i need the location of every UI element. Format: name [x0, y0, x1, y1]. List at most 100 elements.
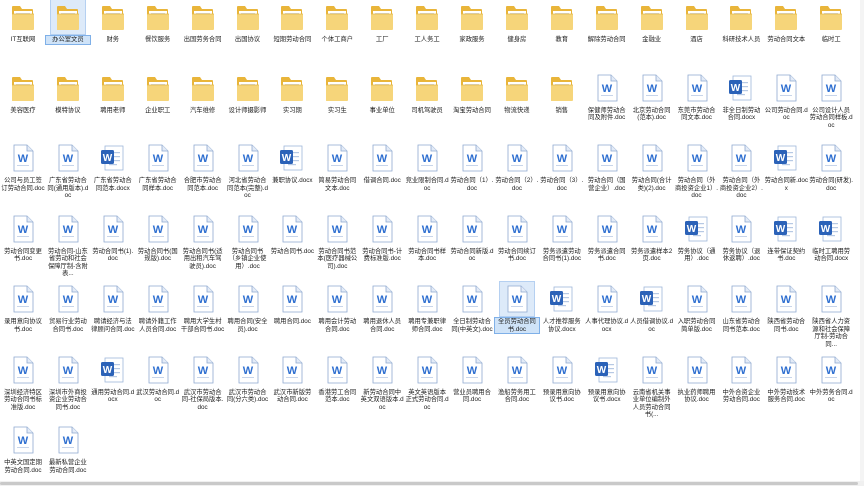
file-item[interactable]: W 聘用合同(安全员).doc: [226, 282, 270, 333]
folder-item[interactable]: 模特协议: [46, 71, 90, 115]
file-item[interactable]: W 武汉市劳动合同(分六类).doc: [226, 353, 270, 404]
file-item[interactable]: W 贸易行业劳动合同书.doc: [46, 282, 90, 333]
file-item[interactable]: W 保健师劳动合同及附件.doc: [585, 71, 629, 122]
file-item[interactable]: W 云南省机关事业单位编制外人员劳动合同书(...: [630, 353, 674, 419]
file-item[interactable]: W 临时工聘用劳动合同.docx: [809, 212, 853, 263]
file-item[interactable]: W 山东省劳动合同书范本.doc: [719, 282, 763, 333]
scrollbar-thumb[interactable]: [0, 482, 858, 485]
file-item[interactable]: W 聘用会计劳动合同.doc: [315, 282, 359, 333]
file-item[interactable]: W 英文英语版本正式劳动合同.doc: [405, 353, 449, 412]
file-item[interactable]: W 劳动合同（国营企业）.doc: [585, 141, 629, 192]
folder-item[interactable]: 临时工: [809, 0, 853, 44]
folder-item[interactable]: 酒店: [675, 0, 719, 44]
file-item[interactable]: W 聘请经济与法律顾问合同.doc: [91, 282, 135, 333]
file-item[interactable]: W 预录用意向协议书.docx: [585, 353, 629, 404]
folder-item[interactable]: 科研技术人员: [719, 0, 763, 44]
file-item[interactable]: W 人员借调协议.doc: [630, 282, 674, 333]
file-item[interactable]: W 劳动合同书-计费标准版.doc: [360, 212, 404, 263]
file-item[interactable]: W 预录用意向协议书.doc: [540, 353, 584, 404]
file-item[interactable]: W 东莞市劳动合同文本.doc: [675, 71, 719, 122]
file-item[interactable]: W 最新私营企业劳动合同.doc: [46, 423, 90, 474]
file-item[interactable]: W 劳务协议（退休返聘）.doc: [719, 212, 763, 263]
file-item[interactable]: W 全员劳动合同书.doc: [493, 281, 540, 335]
folder-item[interactable]: 个体工商户: [315, 0, 359, 44]
file-item[interactable]: W 兼职协议.docx: [270, 141, 314, 185]
file-item[interactable]: W 劳动合同书范本(医疗器械公司).doc: [315, 212, 359, 271]
folder-item[interactable]: 销售: [540, 71, 584, 115]
folder-item[interactable]: 实习期: [270, 71, 314, 115]
file-item[interactable]: W 聘用专兼职律师合同.doc: [405, 282, 449, 333]
file-item[interactable]: W 竞业限制合同.doc: [405, 141, 449, 192]
folder-item[interactable]: 事业单位: [360, 71, 404, 115]
folder-item[interactable]: 企业职工: [136, 71, 180, 115]
folder-item[interactable]: 设计师摄影师: [226, 71, 270, 115]
file-item[interactable]: W 劳动合同（3）.doc: [540, 141, 584, 192]
file-item[interactable]: W 劳务派遣样本2页.doc: [630, 212, 674, 263]
folder-item[interactable]: 出国协议: [226, 0, 270, 44]
file-item[interactable]: W 劳务派遣劳动合同书(1).doc: [540, 212, 584, 263]
file-item[interactable]: W 香港劳工合同范本.doc: [315, 353, 359, 404]
file-item[interactable]: W 陕西省人力资源和社会保障厅制-劳动合同...: [809, 282, 853, 348]
folder-item[interactable]: 工厂: [360, 0, 404, 44]
file-item[interactable]: W 中外合资企业劳动合同.doc: [719, 353, 763, 404]
file-item[interactable]: W 聘用合同.doc: [270, 282, 314, 326]
file-item[interactable]: W 公司与员工签订劳动合同.doc: [1, 141, 45, 192]
folder-item[interactable]: 解除劳动合同: [585, 0, 629, 44]
file-item[interactable]: W 深圳经济特区劳动合同书标准版.doc: [1, 353, 45, 412]
file-item[interactable]: W 武汉市劳动合同-社保局版本.doc: [181, 353, 225, 412]
file-item[interactable]: W 简易劳动合同文本.doc: [315, 141, 359, 192]
file-item[interactable]: W 劳动合同（2）.doc: [495, 141, 539, 192]
folder-item[interactable]: 美容医疗: [1, 71, 45, 115]
file-item[interactable]: W 连带保证契约书.doc: [764, 212, 808, 263]
vertical-scrollbar[interactable]: [860, 0, 864, 481]
horizontal-scrollbar[interactable]: [0, 481, 864, 486]
folder-item[interactable]: 金融业: [630, 0, 674, 44]
file-item[interactable]: W 劳动合同续订书.doc: [495, 212, 539, 263]
file-item[interactable]: W 营业员聘用合同.doc: [450, 353, 494, 404]
file-item[interactable]: W 劳动合同(合计类)(2).doc: [630, 141, 674, 192]
file-item[interactable]: W 劳动合同变更书.doc: [1, 212, 45, 263]
file-item[interactable]: W 人事代理协议.docx: [585, 282, 629, 333]
file-item[interactable]: W 广东省劳动合同样本.doc: [136, 141, 180, 192]
file-item[interactable]: W 劳动合同书(适用出租汽车驾驶员).doc: [181, 212, 225, 271]
file-item[interactable]: W 劳动合同（外商投资企业2）.doc: [719, 141, 763, 200]
file-item[interactable]: W 聘用大学生村干部合同书.doc: [181, 282, 225, 333]
folder-item[interactable]: 办公室文员: [44, 0, 91, 45]
file-item[interactable]: W 公司设计人员劳动合同样板.doc: [809, 71, 853, 130]
folder-item[interactable]: 实习生: [315, 71, 359, 115]
file-item[interactable]: W 渔船劳务用工合同.doc: [495, 353, 539, 404]
folder-item[interactable]: 聘用老师: [91, 71, 135, 115]
folder-item[interactable]: 工人务工: [405, 0, 449, 44]
file-item[interactable]: W 新劳动合同中英文双语版本.doc: [360, 353, 404, 412]
file-item[interactable]: W 全日制劳动合同(中英文).doc: [450, 282, 494, 333]
file-item[interactable]: W 武汉市新版劳动合同.doc: [270, 353, 314, 404]
folder-item[interactable]: 淘宝劳动合同: [450, 71, 494, 115]
folder-item[interactable]: 出国劳务合同: [181, 0, 225, 44]
file-item[interactable]: W 借调合同.doc: [360, 141, 404, 185]
folder-item[interactable]: 健身房: [495, 0, 539, 44]
file-item[interactable]: W 人才推荐服务协议.docx: [540, 282, 584, 333]
file-item[interactable]: W 录用意向协议书.doc: [1, 282, 45, 333]
folder-item[interactable]: IT互联网: [1, 0, 45, 44]
file-item[interactable]: W 劳动合同-山东省劳动和社会保障厅制-含附表...: [46, 212, 90, 278]
folder-item[interactable]: 财务: [91, 0, 135, 44]
folder-item[interactable]: 劳动合同文本: [764, 0, 808, 44]
file-item[interactable]: W 劳务派遣合同书.doc: [585, 212, 629, 263]
file-item[interactable]: W 劳动合同（外商投资企业1）.doc: [675, 141, 719, 200]
folder-item[interactable]: 物流快递: [495, 71, 539, 115]
folder-item[interactable]: 家政服务: [450, 0, 494, 44]
file-item[interactable]: W 劳动合同书(1).doc: [91, 212, 135, 263]
file-item[interactable]: W 武汉劳动合同.doc: [136, 353, 180, 404]
file-item[interactable]: W 中外劳动技术服务合同.doc: [764, 353, 808, 404]
file-item[interactable]: W 执业药师聘用协议.doc: [675, 353, 719, 404]
file-item[interactable]: W 劳动合同书.doc: [270, 212, 314, 256]
folder-item[interactable]: 司机驾驶员: [405, 71, 449, 115]
folder-item[interactable]: 教育: [540, 0, 584, 44]
file-item[interactable]: W 劳动合同书(国规版).doc: [136, 212, 180, 263]
file-item[interactable]: W 聘请外籍工作人员合同.doc: [136, 282, 180, 333]
folder-item[interactable]: 短期劳动合同: [270, 0, 314, 44]
file-item[interactable]: W 劳动合同新.docx: [764, 141, 808, 192]
file-item[interactable]: W 非全日制劳动合同.docx: [719, 71, 763, 122]
file-item[interactable]: W 中外劳务合同.doc: [809, 353, 853, 404]
file-item[interactable]: W 中英文国定期劳动合同.doc: [1, 423, 45, 474]
